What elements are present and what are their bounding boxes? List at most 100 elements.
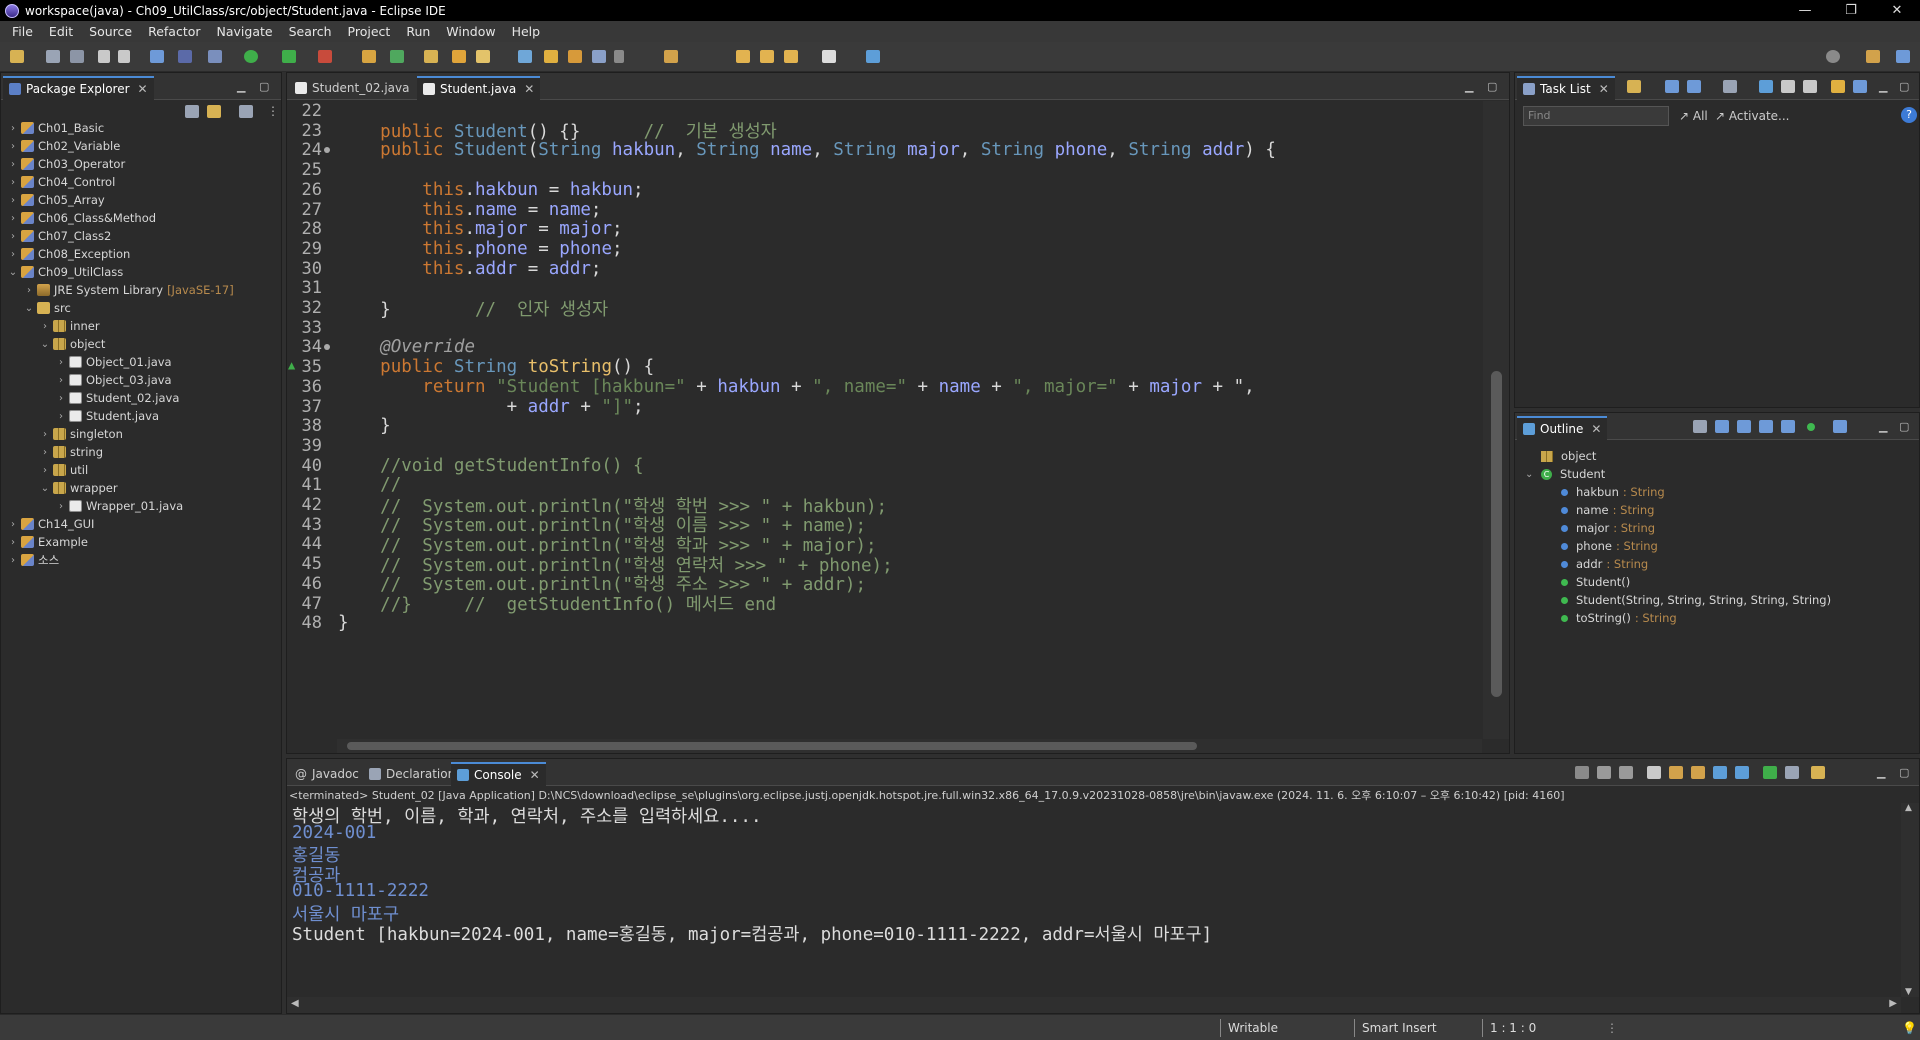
menu-run[interactable]: Run	[398, 24, 438, 39]
open-console-icon[interactable]	[1811, 766, 1825, 779]
tree-item[interactable]: › Ch02_Variable	[7, 137, 120, 155]
status-insert-mode[interactable]: Smart Insert	[1362, 1021, 1437, 1035]
restore-button[interactable]: ❐	[1828, 3, 1874, 18]
clear-console-icon[interactable]	[1647, 766, 1661, 779]
chevron-right-icon[interactable]: ›	[7, 537, 19, 548]
link-outline-icon[interactable]	[1833, 420, 1847, 433]
save-all-icon[interactable]	[70, 50, 84, 63]
outline-class[interactable]: ⌄ C Student	[1525, 465, 1605, 483]
maximize-outline-icon[interactable]: ▢	[1899, 420, 1909, 433]
tip-icon[interactable]: 💡	[1902, 1021, 1917, 1035]
maximize-console-icon[interactable]: ▢	[1899, 766, 1909, 779]
tree-item[interactable]: › JRE System Library [JavaSE-17]	[23, 281, 234, 299]
tab-javadoc[interactable]: @ Javadoc	[289, 762, 365, 785]
close-icon[interactable]: ✕	[524, 82, 534, 96]
back-icon[interactable]	[760, 50, 774, 63]
outline-member[interactable]: toString(): String	[1561, 609, 1677, 627]
menu-file[interactable]: File	[4, 24, 41, 39]
sort-icon[interactable]	[1693, 420, 1707, 433]
maximize-editor-icon[interactable]: ▢	[1487, 80, 1497, 93]
maximize-view-icon[interactable]: ▢	[259, 80, 269, 93]
hide-nonpublic-icon[interactable]	[1759, 420, 1773, 433]
debug-icon[interactable]	[208, 50, 222, 63]
collapse-all-icon[interactable]	[185, 105, 199, 118]
editor-vertical-scrollbar[interactable]	[1483, 101, 1509, 739]
chevron-right-icon[interactable]: ›	[7, 249, 19, 260]
outline-member[interactable]: major: String	[1561, 519, 1655, 537]
chevron-right-icon[interactable]: ›	[7, 159, 19, 170]
forward-icon[interactable]	[784, 50, 798, 63]
open-task-icon[interactable]	[452, 50, 466, 63]
menu-edit[interactable]: Edit	[41, 24, 81, 39]
chevron-right-icon[interactable]: ›	[23, 285, 35, 296]
chevron-right-icon[interactable]: ›	[55, 501, 67, 512]
outline-member[interactable]: hakbun: String	[1561, 483, 1665, 501]
chevron-right-icon[interactable]: ›	[39, 447, 51, 458]
task-repo-icon[interactable]	[1853, 80, 1867, 93]
scroll-left-icon[interactable]: ◀	[291, 998, 299, 1009]
editor-horizontal-scrollbar[interactable]	[337, 739, 1482, 753]
hide-fields-icon[interactable]	[1715, 420, 1729, 433]
tree-item[interactable]: › Ch05_Array	[7, 191, 105, 209]
tree-item[interactable]: › Ch08_Exception	[7, 245, 130, 263]
status-menu-icon[interactable]: ⋮	[1606, 1021, 1618, 1035]
tree-item[interactable]: › Example	[7, 533, 88, 551]
chevron-down-icon[interactable]: ⌄	[39, 483, 51, 494]
hide-completed-icon[interactable]	[1723, 80, 1737, 93]
minimize-console-icon[interactable]: ▁	[1877, 766, 1885, 779]
menu-help[interactable]: Help	[504, 24, 549, 39]
chevron-right-icon[interactable]: ›	[7, 231, 19, 242]
pin-editor-icon[interactable]	[866, 50, 880, 63]
show-stdout-icon[interactable]	[1713, 766, 1727, 779]
skip-breakpoints-icon[interactable]	[178, 50, 192, 63]
expand-all-icon[interactable]	[1781, 80, 1795, 93]
task-all-link[interactable]: ↗ All	[1679, 109, 1708, 123]
collapse-tasks-icon[interactable]	[1803, 80, 1817, 93]
link-with-editor-icon[interactable]	[207, 105, 221, 118]
scheduled-icon[interactable]	[1687, 80, 1701, 93]
new-icon[interactable]	[10, 50, 24, 63]
tree-item[interactable]: ⌄ object	[39, 335, 106, 353]
new-java-project-icon[interactable]	[362, 50, 376, 63]
tree-item[interactable]: › Object_01.java	[55, 353, 172, 371]
fold-marker-icon[interactable]	[324, 344, 330, 351]
chevron-right-icon[interactable]: ›	[39, 465, 51, 476]
tree-item[interactable]: › Ch06_Class&Method	[7, 209, 156, 227]
terminal-icon[interactable]	[150, 50, 164, 63]
chevron-right-icon[interactable]: ›	[39, 321, 51, 332]
chevron-right-icon[interactable]: ›	[7, 123, 19, 134]
open-type-icon[interactable]	[424, 50, 438, 63]
word-wrap-console-icon[interactable]	[1691, 766, 1705, 779]
tree-item[interactable]: ⌄ wrapper	[39, 479, 118, 497]
minimize-button[interactable]: —	[1782, 3, 1828, 18]
synchronize-icon[interactable]	[1831, 80, 1845, 93]
new-class-icon[interactable]	[390, 50, 404, 63]
menu-navigate[interactable]: Navigate	[209, 24, 281, 39]
tree-item[interactable]: › inner	[39, 317, 100, 335]
chevron-down-icon[interactable]: ⌄	[39, 339, 51, 350]
chevron-right-icon[interactable]: ›	[55, 411, 67, 422]
next-annotation-icon[interactable]	[664, 50, 678, 63]
help-icon[interactable]: ?	[1901, 107, 1917, 123]
console-horizontal-scrollbar[interactable]: ◀ ▶	[287, 997, 1901, 1013]
outline-package[interactable]: object	[1541, 447, 1596, 465]
scroll-up-icon[interactable]: ▲	[1905, 803, 1912, 813]
tree-item[interactable]: › Wrapper_01.java	[55, 497, 183, 515]
override-marker-icon[interactable]: ▲	[288, 358, 295, 372]
chevron-right-icon[interactable]: ›	[7, 555, 19, 566]
editor-hscroll-thumb[interactable]	[347, 742, 1197, 750]
menu-search[interactable]: Search	[281, 24, 340, 39]
minimize-view-icon[interactable]: ▁	[237, 80, 245, 93]
fold-marker-icon[interactable]	[324, 147, 330, 154]
scroll-lock-icon[interactable]	[1669, 766, 1683, 779]
tree-item[interactable]: › Student_02.java	[55, 389, 179, 407]
chevron-down-icon[interactable]: ⌄	[7, 267, 19, 278]
menu-source[interactable]: Source	[81, 24, 140, 39]
tree-item[interactable]: › Object_03.java	[55, 371, 172, 389]
outline-member[interactable]: addr: String	[1561, 555, 1648, 573]
tab-task-list[interactable]: Task List ✕	[1517, 76, 1615, 100]
highlight-icon[interactable]	[544, 50, 558, 63]
terminate-icon[interactable]	[1575, 766, 1589, 779]
tree-item[interactable]: › 소스	[7, 551, 59, 569]
tree-item[interactable]: ⌄ src	[23, 299, 71, 317]
